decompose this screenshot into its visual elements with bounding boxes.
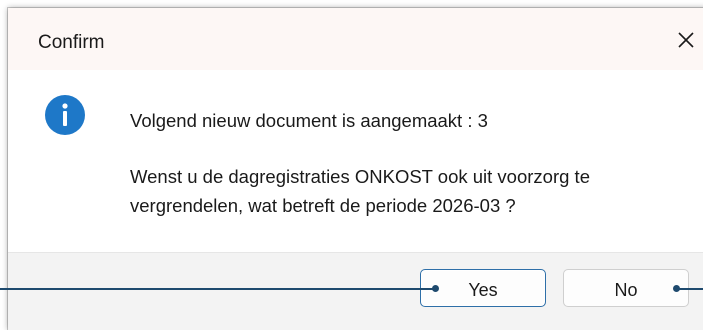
message-line-2: Wenst u de dagregistraties ONKOST ook ui…	[130, 166, 590, 216]
no-button[interactable]: No	[563, 269, 689, 307]
title-bar: Confirm	[8, 8, 703, 70]
annotation-dot-right	[673, 285, 680, 292]
close-icon	[678, 32, 694, 48]
message-line-1: Volgend nieuw document is aangemaakt : 3	[130, 110, 488, 131]
dialog-title: Confirm	[38, 32, 105, 53]
button-bar: Yes No	[8, 252, 703, 330]
close-button[interactable]	[672, 26, 700, 54]
annotation-line-left	[0, 288, 435, 290]
confirm-dialog: Confirm Volgend nieuw document is aangem…	[8, 8, 703, 330]
info-icon	[45, 95, 85, 135]
annotation-dot-left	[432, 285, 439, 292]
dialog-content: Volgend nieuw document is aangemaakt : 3…	[8, 70, 703, 252]
